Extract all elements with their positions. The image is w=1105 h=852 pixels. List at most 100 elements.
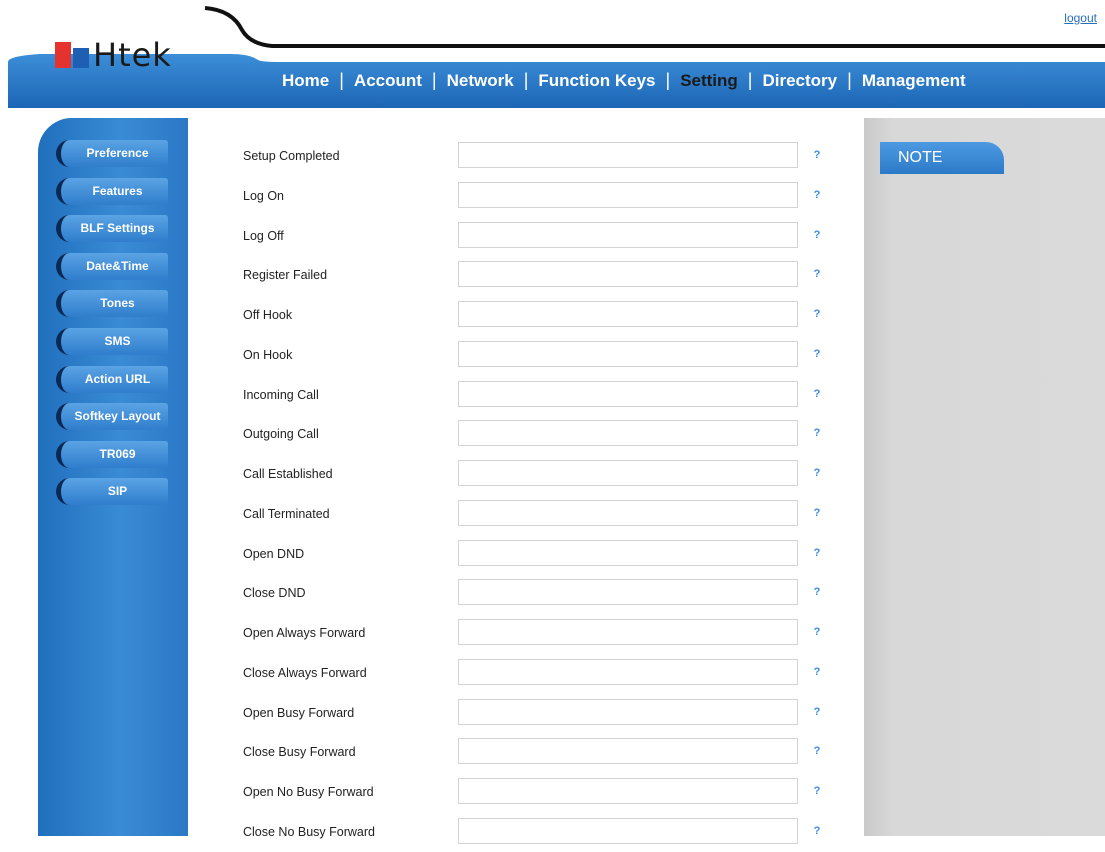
logout-link[interactable]: logout [1064,11,1097,25]
settings-sidebar: Preference Features BLF Settings Date&Time T… [38,118,188,836]
help-icon[interactable]: ? [810,466,824,480]
help-icon[interactable]: ? [810,148,824,162]
url-input-on-hook[interactable] [458,340,798,367]
help-icon[interactable]: ? [810,387,824,401]
note-title: NOTE [880,142,1004,174]
help-icon[interactable]: ? [810,267,824,281]
sidebar-item-label: Tones [100,296,135,311]
form-row: Open No Busy Forward? [188,772,864,812]
sidebar-item-features[interactable]: Features [56,177,168,205]
form-row: Call Established? [188,454,864,494]
nav-home[interactable]: Home [272,71,339,91]
url-input-open-always-forward[interactable] [458,619,798,645]
url-input-call-terminated[interactable] [458,499,798,526]
url-input-close-dnd[interactable] [458,579,798,606]
help-icon[interactable]: ? [810,705,824,719]
field-label: Off Hook [243,308,293,322]
logo-wordmark: Htek [93,36,172,74]
field-label: Open No Busy Forward [243,785,374,799]
nav-account[interactable]: Account [344,71,432,91]
field-label: Incoming Call [243,387,319,402]
nav-network[interactable]: Network [437,71,524,91]
sidebar-item-blf-settings[interactable]: BLF Settings [56,215,168,243]
form-row: Close No Busy Forward? [188,812,864,852]
field-label: Log On [243,188,285,203]
help-icon[interactable]: ? [810,188,824,202]
logo-mark-icon [55,42,89,68]
url-input-log-on[interactable] [458,181,798,208]
sidebar-item-sip[interactable]: SIP [56,478,168,506]
help-icon[interactable]: ? [810,426,824,440]
field-label: Call Established [243,467,333,481]
nav-setting[interactable]: Setting [670,71,748,91]
header: logout Htek Home | Account | Network | Functio… [0,0,1105,112]
field-label: Register Failed [243,268,328,283]
sidebar-item-label: SMS [104,334,131,348]
sidebar-item-label: SIP [107,484,128,499]
field-label: Close No Busy Forward [243,824,375,839]
help-icon[interactable]: ? [810,665,824,679]
form-row: Open Always Forward? [188,613,864,653]
sidebar-item-preference[interactable]: Preference [56,140,168,167]
sidebar-item-tones[interactable]: Tones [56,290,168,318]
field-label: Setup Completed [243,149,340,163]
sidebar-item-softkey-layout[interactable]: Softkey Layout [56,403,168,431]
form-row: Open Busy Forward? [188,693,864,733]
sidebar-item-label: Date&Time [86,258,149,273]
url-input-outgoing-call[interactable] [458,420,798,447]
help-icon[interactable]: ? [810,784,824,798]
url-input-open-no-busy-forward[interactable] [458,778,798,804]
url-input-close-no-busy-forward[interactable] [458,817,798,844]
url-input-call-established[interactable] [458,460,798,486]
sidebar-item-action-url[interactable]: Action URL [56,365,168,393]
sidebar-item-label: Action URL [84,371,151,386]
htek-logo: Htek [55,36,172,74]
sidebar-item-label: Features [92,183,143,198]
sidebar-item-sms[interactable]: SMS [56,328,168,355]
help-icon[interactable]: ? [810,347,824,361]
help-icon[interactable]: ? [810,506,824,520]
form-row: Close Busy Forward? [188,732,864,772]
field-label: Open Always Forward [243,626,366,640]
field-label: Open DND [243,546,305,561]
url-input-close-busy-forward[interactable] [458,738,798,765]
help-icon[interactable]: ? [810,546,824,560]
field-label: Call Terminated [243,506,330,521]
form-row: Incoming Call? [188,375,864,415]
field-label: Open Busy Forward [243,705,355,720]
field-label: Outgoing Call [243,427,319,442]
nav-directory[interactable]: Directory [752,71,847,91]
nav-management[interactable]: Management [852,71,976,91]
form-row: Log On? [188,176,864,216]
url-input-setup-completed[interactable] [458,142,798,168]
form-row: Call Terminated? [188,494,864,534]
form-row: Log Off? [188,216,864,256]
action-url-form: Setup Completed? Log On? Log Off? Register … [188,118,864,844]
field-label: Close Busy Forward [243,745,356,760]
nav-function-keys[interactable]: Function Keys [528,71,665,91]
url-input-open-busy-forward[interactable] [458,698,798,725]
sidebar-item-label: Preference [86,146,149,160]
url-input-open-dnd[interactable] [458,539,798,566]
form-row: Close Always Forward? [188,653,864,693]
url-input-log-off[interactable] [458,221,798,248]
help-icon[interactable]: ? [810,585,824,599]
help-icon[interactable]: ? [810,744,824,758]
help-icon[interactable]: ? [810,228,824,242]
sidebar-item-tr069[interactable]: TR069 [56,440,168,468]
field-label: Close DND [243,586,306,601]
url-input-off-hook[interactable] [458,301,798,327]
form-row: Open DND? [188,534,864,574]
form-row: Outgoing Call? [188,414,864,454]
sidebar-item-label: BLF Settings [80,221,155,236]
help-icon[interactable]: ? [810,625,824,639]
url-input-register-failed[interactable] [458,261,798,288]
main-nav: Home | Account | Network | Function Keys | Setti… [272,70,976,91]
sidebar-item-date-time[interactable]: Date&Time [56,252,168,280]
help-icon[interactable]: ? [810,307,824,321]
url-input-close-always-forward[interactable] [458,658,798,685]
url-input-incoming-call[interactable] [458,380,798,407]
field-label: Close Always Forward [243,665,367,680]
sidebar-item-label: TR069 [99,446,136,461]
field-label: Log Off [243,228,284,243]
